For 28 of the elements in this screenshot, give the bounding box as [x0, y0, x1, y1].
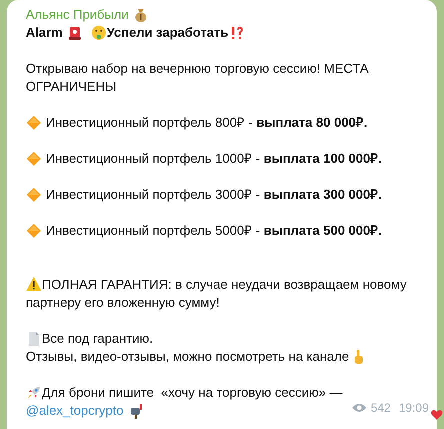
- username-link[interactable]: @alex_topcrypto: [26, 402, 124, 420]
- warning-icon: [26, 276, 42, 292]
- booking-text: Для брони пишите «хочу на торговую сессию» —: [42, 384, 343, 402]
- intro-text: Открываю набор на вечернюю торговую сессию! МЕСТА ОГРАНИЧЕНЫ: [26, 60, 370, 96]
- views-count: 542: [370, 400, 391, 417]
- note-text: Отзывы, видео-отзывы, можно посмотреть на канале: [26, 348, 350, 366]
- document-icon: [26, 331, 42, 347]
- views-icon: [352, 403, 367, 413]
- diamond-icon: [26, 223, 42, 239]
- headline-title: Alarm: [26, 24, 63, 42]
- diamond-icon: [26, 151, 42, 167]
- message-time: 19:09: [398, 400, 429, 417]
- siren-icon: [66, 25, 83, 41]
- diamond-icon: [26, 187, 42, 203]
- channel-name[interactable]: Альянс Прибыли: [26, 6, 129, 24]
- rocket-icon: [26, 385, 42, 401]
- offer-text: Инвестиционный портфель 1000₽ - выплата 100 000₽.: [46, 150, 382, 168]
- guarantee-text: ПОЛНАЯ ГАРАНТИЯ: в случае неудачи возвращаем новому партнеру его вложенную сумму!: [26, 276, 408, 312]
- note-text: Все под гарантию.: [42, 330, 154, 348]
- smiley-icon: [90, 25, 107, 41]
- heart-reaction-icon[interactable]: [431, 409, 443, 421]
- offer-text: Инвестиционный портфель 3000₽ - выплата 300 000₽.: [46, 186, 382, 204]
- mailbox-icon: [128, 403, 145, 419]
- offer-text: Инвестиционный портфель 5000₽ - выплата 500 000₽.: [46, 222, 382, 240]
- headline-tagline: Успели заработать: [106, 24, 229, 42]
- diamond-icon: [26, 115, 42, 131]
- offer-text: Инвестиционный портфель 800₽ - выплата 80 000₽.: [46, 114, 368, 132]
- money-bag-icon: [132, 7, 149, 23]
